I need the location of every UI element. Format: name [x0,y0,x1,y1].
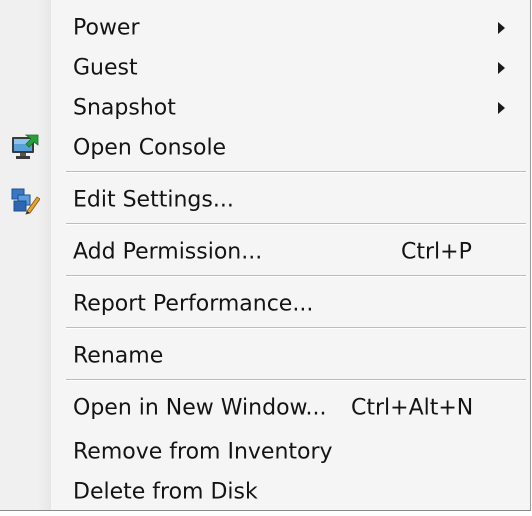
menu-item-label: Open Console [73,135,227,161]
menu-item-add-permission[interactable]: Add Permission... Ctrl+P [0,233,530,271]
menu-separator [66,171,526,173]
menu-item-edit-settings[interactable]: Edit Settings... [0,181,530,219]
menu-item-label: Rename [73,343,164,369]
menu-item-rename[interactable]: Rename [0,337,530,375]
menu-item-label: Guest [73,55,138,81]
menu-item-label: Open in New Window... [73,395,327,421]
edit-settings-icon [10,185,41,215]
shortcut-label: Ctrl+Alt+N [351,395,474,421]
monitor-console-icon [10,133,40,163]
menu-item-report-performance[interactable]: Report Performance... [0,285,530,323]
menu-separator [66,327,526,329]
menu-separator [66,275,526,277]
submenu-arrow-icon [498,102,505,114]
menu-item-label: Edit Settings... [73,187,234,213]
menu-item-delete-from-disk[interactable]: Delete from Disk [0,473,530,511]
menu-item-snapshot[interactable]: Snapshot [0,89,530,127]
menu-item-open-in-new-window[interactable]: Open in New Window... Ctrl+Alt+N [0,389,530,427]
context-menu: Power Guest Snapshot Open Console Edit S… [0,0,531,511]
menu-item-label: Snapshot [73,95,176,121]
shortcut-label: Ctrl+P [401,239,472,265]
menu-item-power[interactable]: Power [0,9,530,47]
menu-item-label: Remove from Inventory [73,439,333,465]
menu-separator [66,379,526,381]
menu-item-label: Delete from Disk [73,479,258,505]
submenu-arrow-icon [498,62,505,74]
menu-item-label: Report Performance... [73,291,314,317]
menu-item-remove-from-inventory[interactable]: Remove from Inventory [0,433,530,471]
menu-item-guest[interactable]: Guest [0,49,530,87]
menu-separator [66,223,526,225]
menu-item-label: Power [73,15,140,41]
menu-item-open-console[interactable]: Open Console [0,129,530,167]
submenu-arrow-icon [498,22,505,34]
menu-item-label: Add Permission... [73,239,263,265]
